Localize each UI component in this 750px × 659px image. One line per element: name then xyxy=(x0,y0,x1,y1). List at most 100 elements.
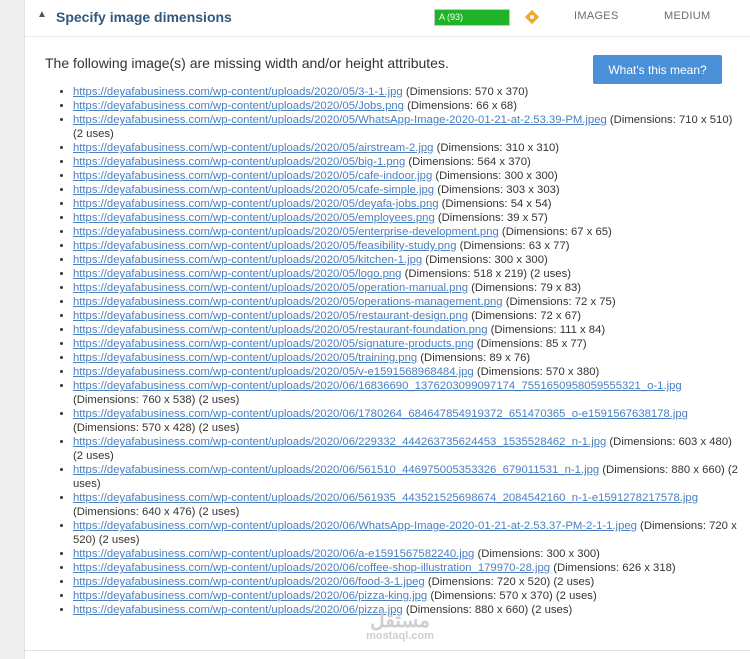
list-item: https://deyafabusiness.com/wp-content/up… xyxy=(73,561,743,575)
list-item: https://deyafabusiness.com/wp-content/up… xyxy=(73,281,743,295)
list-item: https://deyafabusiness.com/wp-content/up… xyxy=(73,337,743,351)
list-item: https://deyafabusiness.com/wp-content/up… xyxy=(73,351,743,365)
image-url-link[interactable]: https://deyafabusiness.com/wp-content/up… xyxy=(73,576,425,588)
rule-priority-label: MEDIUM xyxy=(664,10,711,22)
image-dimensions-text: (Dimensions: 570 x 380) xyxy=(473,366,600,378)
collapse-caret-icon[interactable]: ▲ xyxy=(37,9,47,20)
watermark-latin: mostaql.com xyxy=(366,630,434,642)
image-url-link[interactable]: https://deyafabusiness.com/wp-content/up… xyxy=(73,240,457,252)
list-item: https://deyafabusiness.com/wp-content/up… xyxy=(73,309,743,323)
intro-text: The following image(s) are missing width… xyxy=(45,55,449,71)
list-item: https://deyafabusiness.com/wp-content/up… xyxy=(73,323,743,337)
image-dimensions-text: (Dimensions: 300 x 300) xyxy=(432,170,558,182)
image-url-link[interactable]: https://deyafabusiness.com/wp-content/up… xyxy=(73,254,422,266)
section-divider xyxy=(25,650,750,651)
image-url-link[interactable]: https://deyafabusiness.com/wp-content/up… xyxy=(73,324,488,336)
list-item: https://deyafabusiness.com/wp-content/up… xyxy=(73,141,743,155)
list-item: https://deyafabusiness.com/wp-content/up… xyxy=(73,197,743,211)
image-dimensions-text: (Dimensions: 72 x 75) xyxy=(502,296,616,308)
image-dimensions-text: (Dimensions: 570 x 370) (2 uses) xyxy=(427,590,597,602)
image-url-link[interactable]: https://deyafabusiness.com/wp-content/up… xyxy=(73,464,599,476)
list-item: https://deyafabusiness.com/wp-content/up… xyxy=(73,225,743,239)
image-dimensions-text: (Dimensions: 79 x 83) xyxy=(468,282,582,294)
list-item: https://deyafabusiness.com/wp-content/up… xyxy=(73,491,743,519)
image-url-link[interactable]: https://deyafabusiness.com/wp-content/up… xyxy=(73,604,403,616)
image-url-link[interactable]: https://deyafabusiness.com/wp-content/up… xyxy=(73,226,499,238)
image-dimensions-text: (Dimensions: 66 x 68) xyxy=(403,100,517,112)
image-dimensions-text: (Dimensions: 85 x 77) xyxy=(473,338,587,350)
rule-type-label: IMAGES xyxy=(574,10,619,22)
image-dimensions-text: (Dimensions: 640 x 476) (2 uses) xyxy=(73,506,240,518)
image-url-link[interactable]: https://deyafabusiness.com/wp-content/up… xyxy=(73,548,474,560)
list-item: https://deyafabusiness.com/wp-content/up… xyxy=(73,519,743,547)
watermark-arabic: مستقل xyxy=(370,610,430,632)
image-url-link[interactable]: https://deyafabusiness.com/wp-content/up… xyxy=(73,142,433,154)
grade-bar: A (93) xyxy=(434,9,510,26)
image-url-link[interactable]: https://deyafabusiness.com/wp-content/up… xyxy=(73,380,682,392)
image-url-link[interactable]: https://deyafabusiness.com/wp-content/up… xyxy=(73,170,432,182)
list-item: https://deyafabusiness.com/wp-content/up… xyxy=(73,253,743,267)
image-dimensions-text: (Dimensions: 303 x 303) xyxy=(434,184,560,196)
image-dimensions-text: (Dimensions: 564 x 370) xyxy=(405,156,531,168)
image-dimensions-text: (Dimensions: 67 x 65) xyxy=(498,226,612,238)
image-url-link[interactable]: https://deyafabusiness.com/wp-content/up… xyxy=(73,268,401,280)
image-url-link[interactable]: https://deyafabusiness.com/wp-content/up… xyxy=(73,212,435,224)
list-item: https://deyafabusiness.com/wp-content/up… xyxy=(73,267,743,281)
image-dimensions-text: (Dimensions: 300 x 300) xyxy=(422,254,548,266)
list-item: https://deyafabusiness.com/wp-content/up… xyxy=(73,463,743,491)
list-item: https://deyafabusiness.com/wp-content/up… xyxy=(73,407,743,435)
image-url-link[interactable]: https://deyafabusiness.com/wp-content/up… xyxy=(73,114,607,126)
rule-header[interactable]: ▲ Specify image dimensions A (93) IMAGES… xyxy=(25,0,750,37)
image-url-link[interactable]: https://deyafabusiness.com/wp-content/up… xyxy=(73,492,698,504)
list-item: https://deyafabusiness.com/wp-content/up… xyxy=(73,113,743,141)
image-url-link[interactable]: https://deyafabusiness.com/wp-content/up… xyxy=(73,520,637,532)
missing-dimensions-list: https://deyafabusiness.com/wp-content/up… xyxy=(55,85,743,617)
list-item: https://deyafabusiness.com/wp-content/up… xyxy=(73,183,743,197)
rule-title[interactable]: Specify image dimensions xyxy=(56,9,232,25)
image-dimensions-text: (Dimensions: 310 x 310) xyxy=(433,142,560,154)
list-item: https://deyafabusiness.com/wp-content/up… xyxy=(73,379,743,407)
image-url-link[interactable]: https://deyafabusiness.com/wp-content/up… xyxy=(73,86,403,98)
image-url-link[interactable]: https://deyafabusiness.com/wp-content/up… xyxy=(73,100,404,112)
image-dimensions-text: (Dimensions: 570 x 428) (2 uses) xyxy=(73,422,240,434)
image-url-link[interactable]: https://deyafabusiness.com/wp-content/up… xyxy=(73,590,427,602)
warning-diamond-dot xyxy=(530,15,534,19)
image-url-link[interactable]: https://deyafabusiness.com/wp-content/up… xyxy=(73,562,550,574)
image-dimensions-text: (Dimensions: 72 x 67) xyxy=(468,310,582,322)
list-item: https://deyafabusiness.com/wp-content/up… xyxy=(73,547,743,561)
list-item: https://deyafabusiness.com/wp-content/up… xyxy=(73,99,743,113)
recommendation-panel: ▲ Specify image dimensions A (93) IMAGES… xyxy=(24,0,750,659)
image-dimensions-text: (Dimensions: 626 x 318) xyxy=(550,562,676,574)
image-dimensions-text: (Dimensions: 39 x 57) xyxy=(434,212,548,224)
image-dimensions-text: (Dimensions: 518 x 219) (2 uses) xyxy=(401,268,571,280)
image-url-link[interactable]: https://deyafabusiness.com/wp-content/up… xyxy=(73,366,474,378)
image-url-link[interactable]: https://deyafabusiness.com/wp-content/up… xyxy=(73,310,468,322)
list-item: https://deyafabusiness.com/wp-content/up… xyxy=(73,575,743,589)
image-url-link[interactable]: https://deyafabusiness.com/wp-content/up… xyxy=(73,352,417,364)
list-item: https://deyafabusiness.com/wp-content/up… xyxy=(73,435,743,463)
list-item: https://deyafabusiness.com/wp-content/up… xyxy=(73,155,743,169)
image-dimensions-text: (Dimensions: 54 x 54) xyxy=(438,198,552,210)
watermark-logo: مستقل mostaql.com xyxy=(355,610,445,642)
list-item: https://deyafabusiness.com/wp-content/up… xyxy=(73,295,743,309)
list-item: https://deyafabusiness.com/wp-content/up… xyxy=(73,169,743,183)
whats-this-mean-button[interactable]: What's this mean? xyxy=(593,55,722,84)
image-url-link[interactable]: https://deyafabusiness.com/wp-content/up… xyxy=(73,408,688,420)
image-dimensions-text: (Dimensions: 89 x 76) xyxy=(417,352,531,364)
image-dimensions-text: (Dimensions: 111 x 84) xyxy=(487,324,606,336)
image-dimensions-text: (Dimensions: 300 x 300) xyxy=(474,548,600,560)
image-url-link[interactable]: https://deyafabusiness.com/wp-content/up… xyxy=(73,282,468,294)
list-item: https://deyafabusiness.com/wp-content/up… xyxy=(73,211,743,225)
image-url-link[interactable]: https://deyafabusiness.com/wp-content/up… xyxy=(73,436,606,448)
image-url-link[interactable]: https://deyafabusiness.com/wp-content/up… xyxy=(73,156,405,168)
image-url-link[interactable]: https://deyafabusiness.com/wp-content/up… xyxy=(73,198,439,210)
image-url-link[interactable]: https://deyafabusiness.com/wp-content/up… xyxy=(73,296,503,308)
list-item: https://deyafabusiness.com/wp-content/up… xyxy=(73,589,743,603)
image-dimensions-text: (Dimensions: 760 x 538) (2 uses) xyxy=(73,394,240,406)
image-url-link[interactable]: https://deyafabusiness.com/wp-content/up… xyxy=(73,184,434,196)
list-item: https://deyafabusiness.com/wp-content/up… xyxy=(73,365,743,379)
image-url-link[interactable]: https://deyafabusiness.com/wp-content/up… xyxy=(73,338,474,350)
image-dimensions-text: (Dimensions: 720 x 520) (2 uses) xyxy=(424,576,595,588)
list-item: https://deyafabusiness.com/wp-content/up… xyxy=(73,85,743,99)
list-item: https://deyafabusiness.com/wp-content/up… xyxy=(73,239,743,253)
